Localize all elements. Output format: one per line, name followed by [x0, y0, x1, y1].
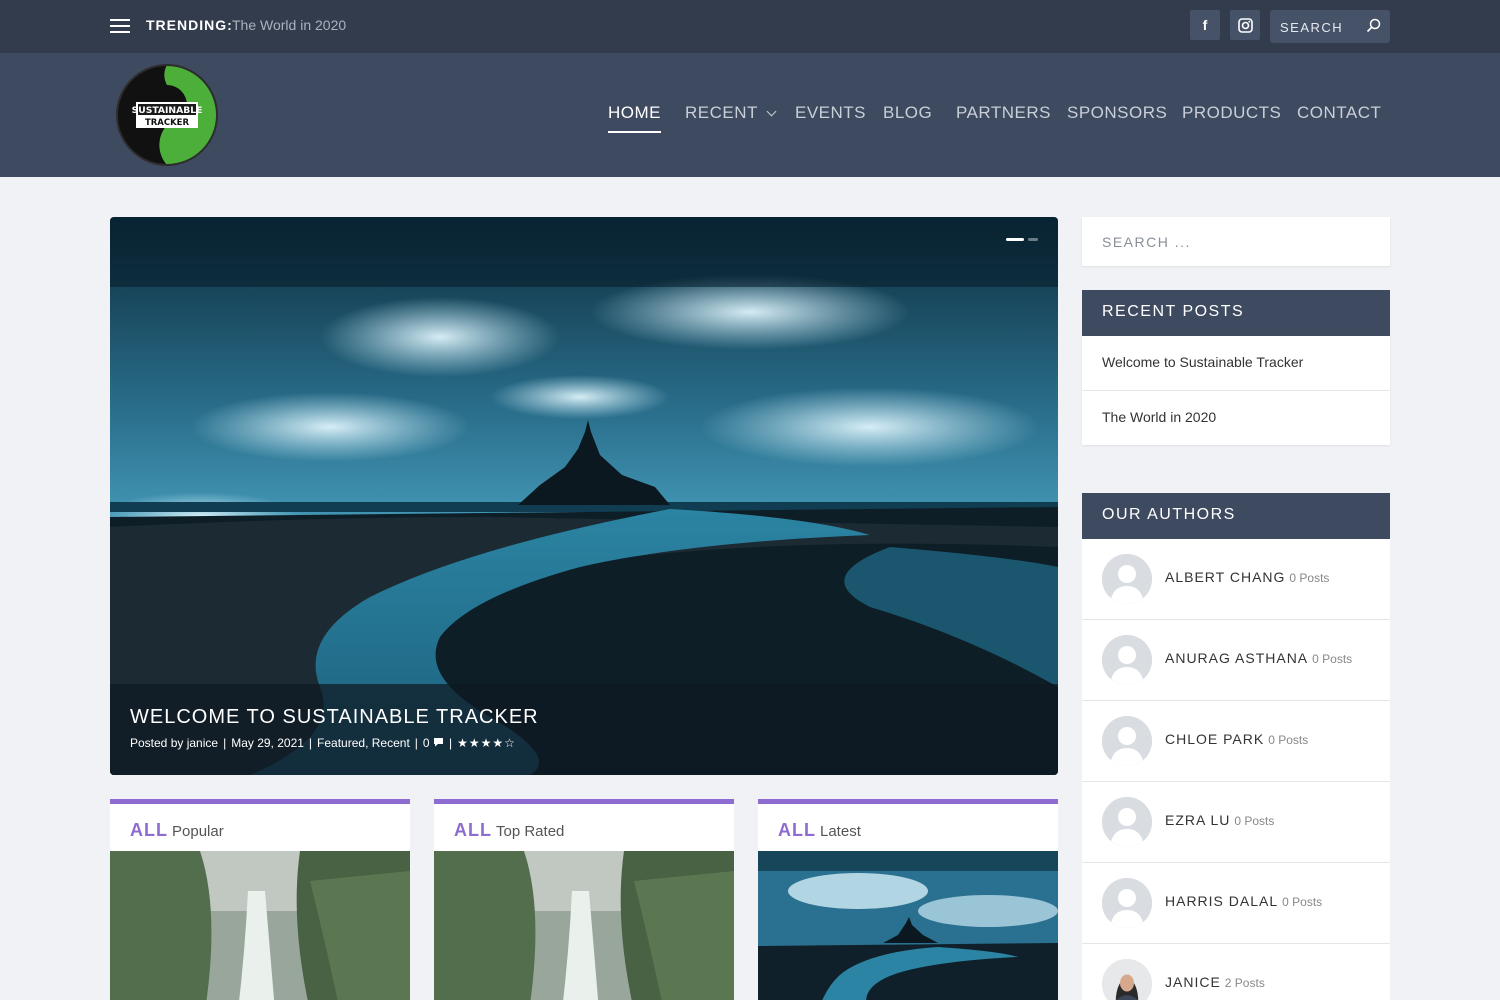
facebook-icon[interactable]: f — [1190, 10, 1220, 40]
category-featured-link[interactable]: Featured — [317, 736, 365, 750]
recent-post-link[interactable]: Welcome to Sustainable Tracker — [1082, 336, 1390, 391]
posted-by-label: Posted by — [130, 736, 184, 750]
card-latest: ALL Latest — [758, 799, 1058, 1000]
recent-posts-list: Welcome to Sustainable Tracker The World… — [1082, 336, 1390, 445]
nav-recent[interactable]: RECENT — [685, 103, 777, 123]
author-item[interactable]: EZRA LU 0 Posts — [1082, 782, 1390, 863]
nav-partners[interactable]: PARTNERS — [956, 103, 1051, 123]
slider-dot-1[interactable] — [1006, 238, 1024, 241]
menu-icon[interactable] — [110, 19, 130, 34]
author-item[interactable]: CHLOE PARK 0 Posts — [1082, 701, 1390, 782]
sidebar-search — [1082, 217, 1390, 266]
author-name[interactable]: ANURAG ASTHANA — [1165, 650, 1308, 666]
nav-contact[interactable]: CONTACT — [1297, 103, 1381, 123]
card-top-rated-image[interactable] — [434, 851, 734, 1000]
card-popular: ALL Popular — [110, 799, 410, 1000]
search-icon[interactable] — [1366, 18, 1381, 37]
site-header: SUSTAINABLE TRACKER HOME RECENT EVENTS B… — [0, 53, 1500, 177]
trending-label: TRENDING: — [146, 17, 233, 33]
author-post-count: 0 Posts — [1268, 733, 1309, 747]
top-bar: TRENDING: The World in 2020 f — [0, 0, 1500, 53]
avatar — [1102, 554, 1152, 604]
recent-posts-title: RECENT POSTS — [1082, 290, 1390, 336]
avatar — [1102, 797, 1152, 847]
instagram-icon[interactable] — [1230, 10, 1260, 40]
top-search-input[interactable] — [1280, 17, 1360, 37]
card-popular-image[interactable] — [110, 851, 410, 1000]
sidebar-search-input[interactable] — [1102, 231, 1362, 253]
our-authors-title: OUR AUTHORS — [1082, 493, 1390, 539]
nav-recent-label: RECENT — [685, 103, 758, 122]
logo-text-1: SUSTAINABLE — [132, 105, 203, 116]
card-top-rated-all[interactable]: ALL — [454, 820, 492, 840]
card-popular-all[interactable]: ALL — [130, 820, 168, 840]
card-popular-label: Popular — [172, 823, 224, 840]
category-recent-link[interactable]: Recent — [372, 736, 410, 750]
nav-blog[interactable]: BLOG — [883, 103, 932, 123]
avatar — [1102, 716, 1152, 766]
author-post-count: 0 Posts — [1234, 814, 1275, 828]
nav-products[interactable]: PRODUCTS — [1182, 103, 1281, 123]
comment-icon — [433, 738, 443, 747]
slider-dot-2[interactable] — [1028, 238, 1038, 241]
author-name[interactable]: CHLOE PARK — [1165, 731, 1264, 747]
site-logo[interactable]: SUSTAINABLE TRACKER — [116, 64, 218, 166]
slide-title[interactable]: WELCOME TO SUSTAINABLE TRACKER — [130, 706, 539, 729]
nav-events[interactable]: EVENTS — [795, 103, 866, 123]
author-name[interactable]: JANICE — [1165, 974, 1221, 990]
chevron-down-icon — [766, 106, 777, 117]
post-date: May 29, 2021 — [231, 736, 304, 750]
author-post-count: 2 Posts — [1224, 976, 1265, 990]
author-item[interactable]: ANURAG ASTHANA 0 Posts — [1082, 620, 1390, 701]
logo-text-2: TRACKER — [145, 118, 190, 128]
avatar — [1102, 959, 1152, 1000]
card-top-rated-header: ALL Top Rated — [454, 820, 564, 841]
nav-sponsors[interactable]: SPONSORS — [1067, 103, 1167, 123]
slide-caption: WELCOME TO SUSTAINABLE TRACKER Posted by… — [110, 684, 1058, 775]
rating-stars: ★★★★☆ — [457, 736, 516, 750]
author-name[interactable]: EZRA LU — [1165, 812, 1230, 828]
card-popular-header: ALL Popular — [130, 820, 224, 841]
nav-home[interactable]: HOME — [608, 103, 661, 133]
author-post-count: 0 Posts — [1282, 895, 1323, 909]
author-item[interactable]: HARRIS DALAL 0 Posts — [1082, 863, 1390, 944]
post-author-link[interactable]: janice — [187, 736, 218, 750]
card-latest-all[interactable]: ALL — [778, 820, 816, 840]
trending-link[interactable]: The World in 2020 — [232, 17, 346, 33]
card-latest-image[interactable] — [758, 851, 1058, 1000]
card-top-rated-label: Top Rated — [496, 823, 565, 840]
post-meta: Posted by janice | May 29, 2021 | Featured, … — [130, 736, 516, 750]
avatar — [1102, 878, 1152, 928]
card-latest-label: Latest — [820, 823, 861, 840]
top-search — [1270, 10, 1390, 43]
author-name[interactable]: ALBERT CHANG — [1165, 569, 1285, 585]
author-name[interactable]: HARRIS DALAL — [1165, 893, 1278, 909]
author-item[interactable]: ALBERT CHANG 0 Posts — [1082, 539, 1390, 620]
comment-count[interactable]: 0 — [423, 736, 430, 750]
featured-slider[interactable]: WELCOME TO SUSTAINABLE TRACKER Posted by… — [110, 217, 1058, 775]
avatar — [1102, 635, 1152, 685]
card-top-rated: ALL Top Rated — [434, 799, 734, 1000]
card-latest-header: ALL Latest — [778, 820, 861, 841]
authors-list: ALBERT CHANG 0 Posts ANURAG ASTHANA 0 Post… — [1082, 539, 1390, 1000]
author-post-count: 0 Posts — [1289, 571, 1330, 585]
author-post-count: 0 Posts — [1312, 652, 1353, 666]
slider-dots — [1006, 238, 1038, 241]
author-item[interactable]: JANICE 2 Posts — [1082, 944, 1390, 1000]
recent-post-link[interactable]: The World in 2020 — [1082, 391, 1390, 445]
